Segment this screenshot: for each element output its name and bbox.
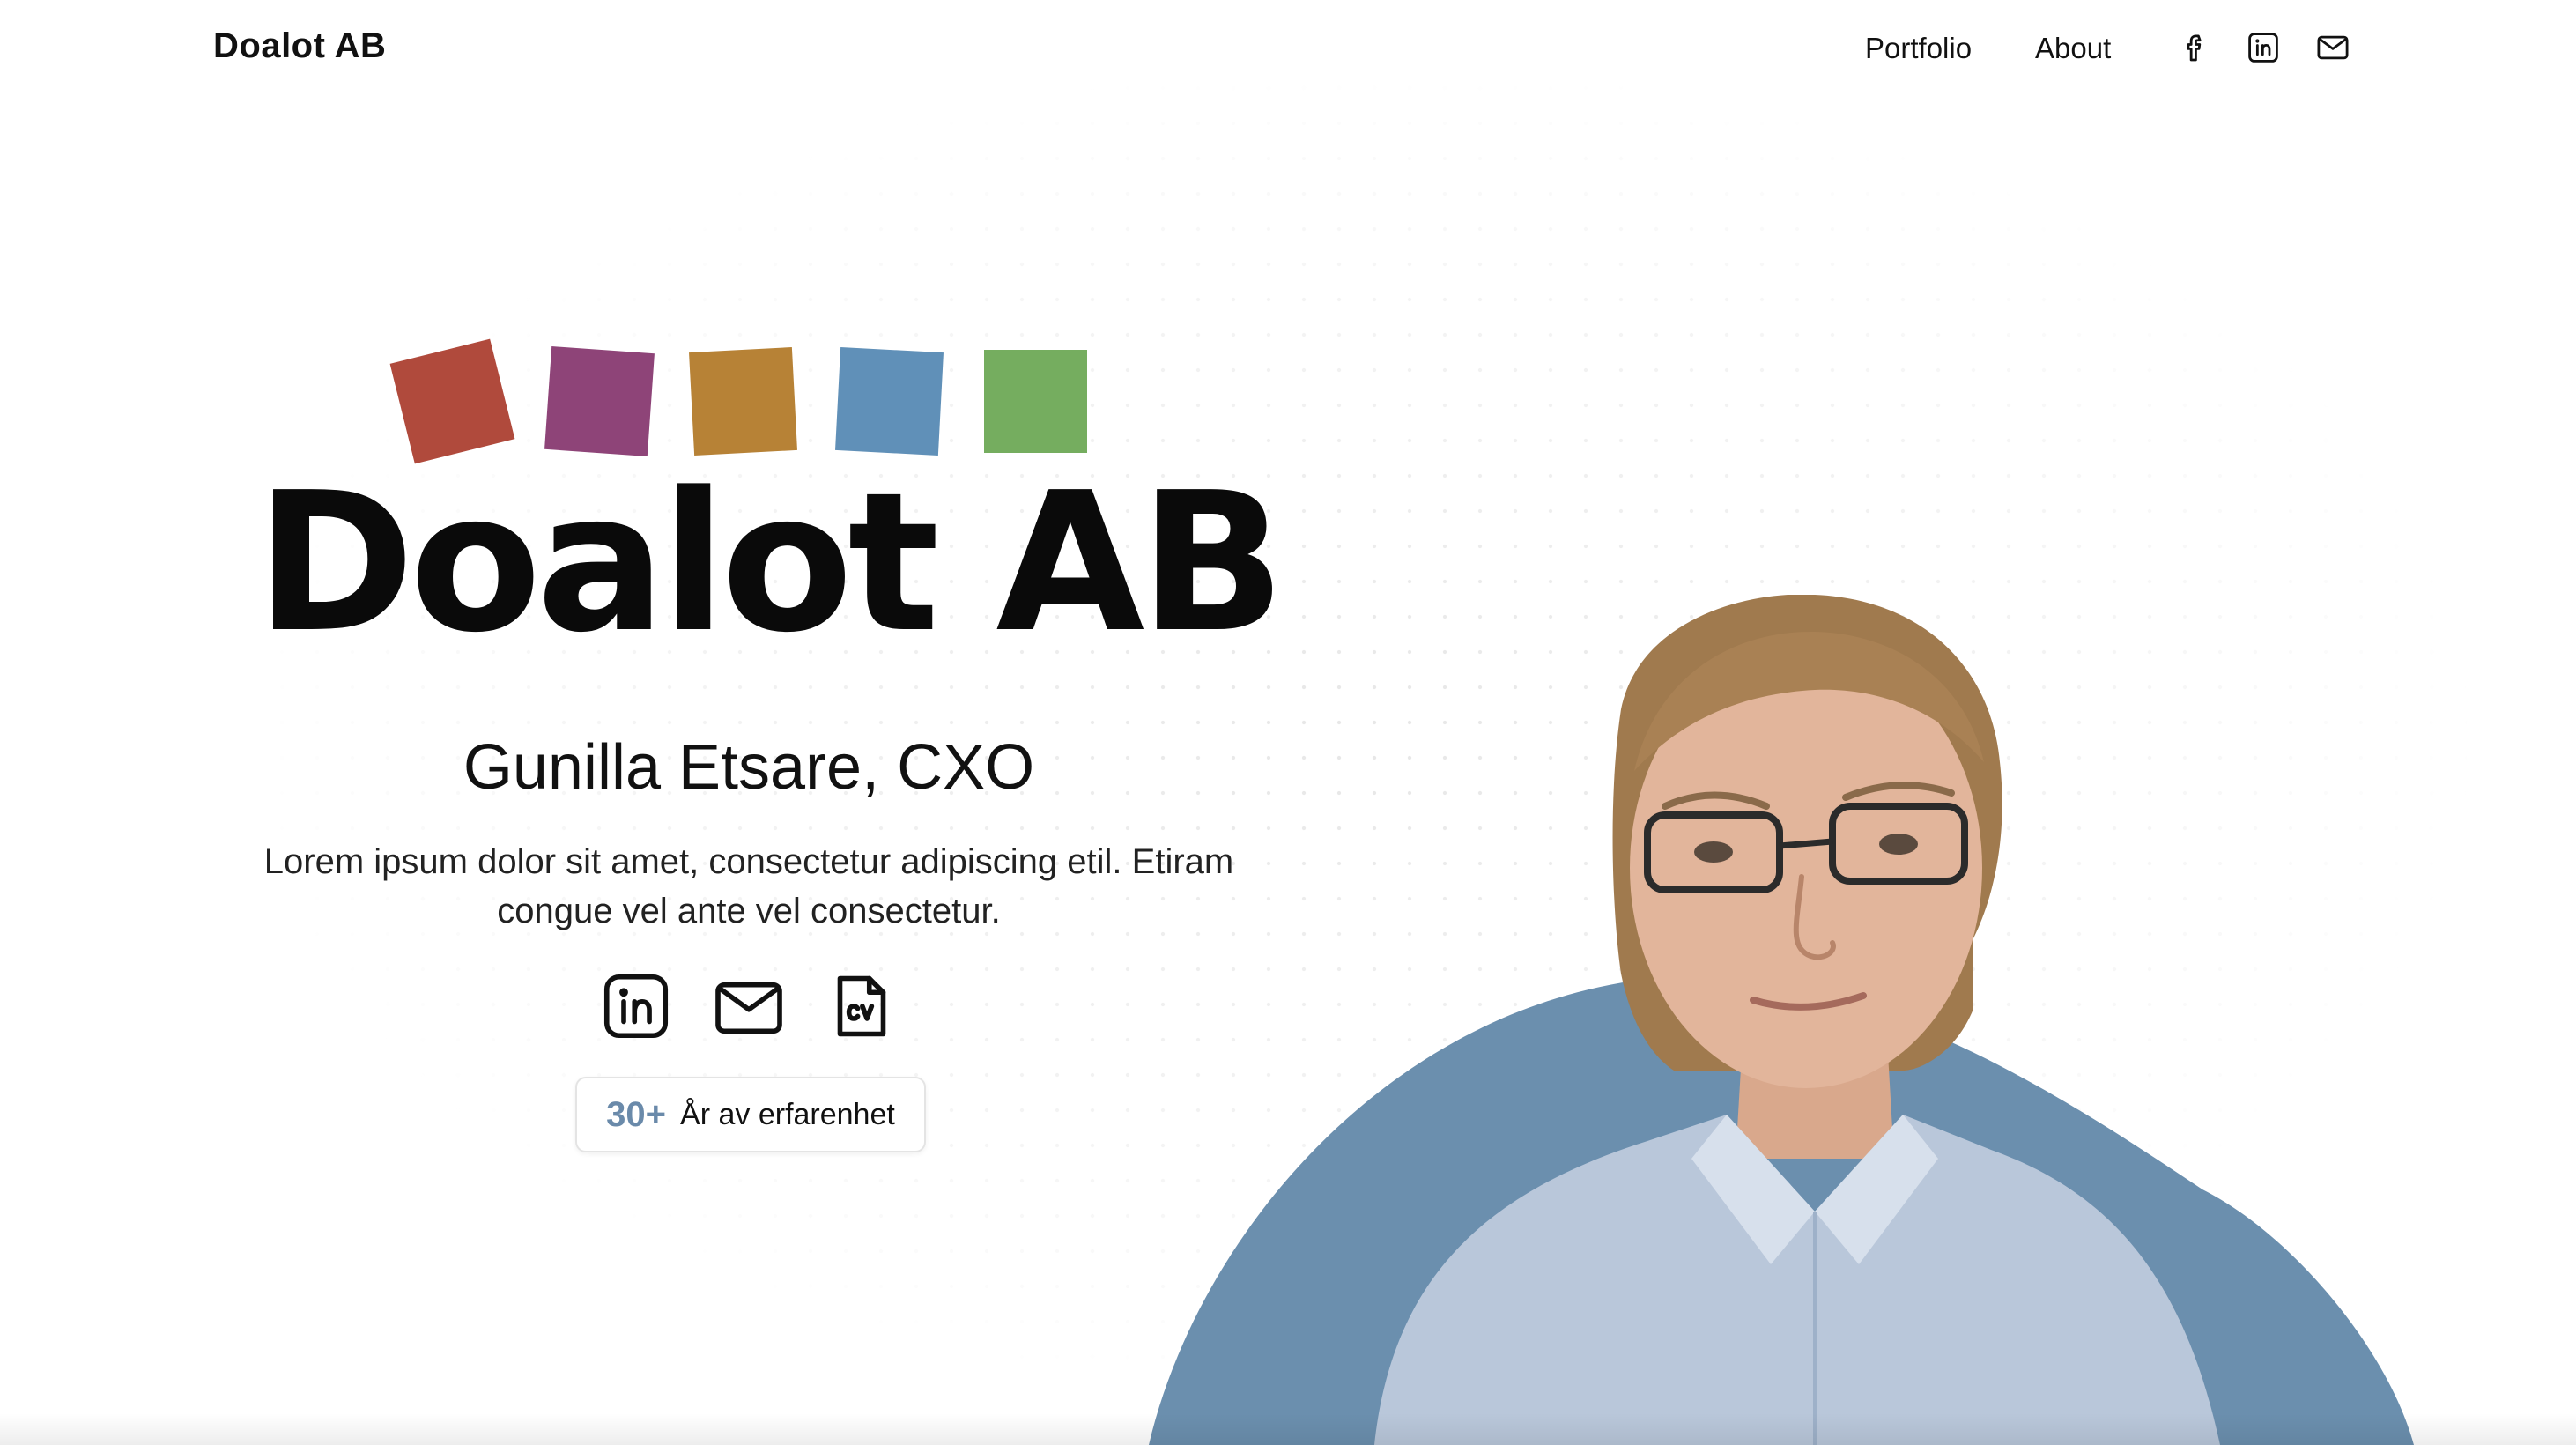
logo-square-red	[389, 338, 515, 464]
logo-square-green	[984, 350, 1087, 453]
experience-years-number: 30+	[606, 1094, 667, 1134]
nav-link-portfolio[interactable]: Portfolio	[1865, 32, 1972, 65]
top-navigation-bar: Doalot AB Portfolio About	[0, 0, 2576, 99]
bottom-edge-shadow	[0, 1413, 2576, 1445]
experience-badge: 30+ År av erfarenhet	[575, 1077, 926, 1152]
facebook-icon[interactable]	[2176, 29, 2213, 66]
linkedin-icon[interactable]	[2245, 29, 2282, 66]
profile-photo	[1374, 595, 2220, 1445]
person-name-title: Gunilla Etsare, CXO	[463, 732, 1035, 803]
logo-square-purple	[544, 346, 655, 456]
nav-link-about[interactable]: About	[2035, 32, 2111, 65]
logo-wordmark: Doalot AB	[255, 452, 1285, 675]
cv-file-icon[interactable]	[825, 969, 899, 1043]
brand-logo-text[interactable]: Doalot AB	[213, 26, 386, 66]
hero-description: Lorem ipsum dolor sit amet, consectetur …	[263, 842, 1234, 930]
mail-icon[interactable]	[2314, 29, 2351, 66]
experience-label: År av erfarenhet	[680, 1097, 895, 1131]
logo-square-blue	[835, 347, 944, 456]
logo-square-orange	[689, 347, 797, 456]
mail-icon[interactable]	[712, 971, 786, 1045]
hero-logo: Doalot AB	[255, 335, 1285, 674]
linkedin-icon[interactable]	[599, 969, 673, 1043]
